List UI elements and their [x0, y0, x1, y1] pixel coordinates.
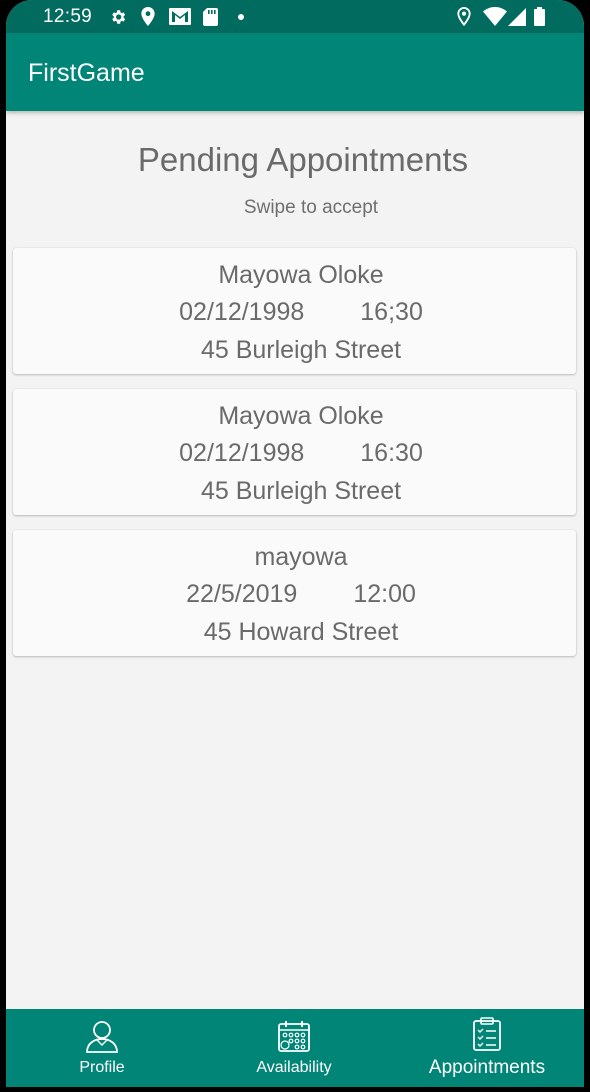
- appointment-name: Mayowa Oloke: [218, 261, 384, 289]
- appointment-address: 45 Howard Street: [203, 618, 399, 646]
- device-screen: 12:59 FirstGame Pending Appointments Swi…: [6, 0, 584, 1087]
- sd-card-icon: [203, 7, 218, 26]
- gmail-icon: [169, 7, 191, 26]
- person-icon: [85, 1019, 119, 1058]
- nav-label-profile: Profile: [79, 1059, 125, 1076]
- calendar-icon: [277, 1019, 311, 1058]
- appointment-date: 02/12/1998: [179, 298, 305, 326]
- settings-gear-icon: [109, 7, 127, 26]
- appointment-datetime: 22/5/2019 12:00: [13, 580, 584, 609]
- status-time: 12:59: [43, 6, 93, 27]
- appointment-card[interactable]: Mayowa Oloke 02/12/1998 16;30 45 Burleigh…: [13, 248, 576, 374]
- appointment-datetime: 02/12/1998 16:30: [13, 439, 584, 468]
- appointment-date: 22/5/2019: [186, 580, 298, 608]
- appointment-name: Mayowa Oloke: [218, 402, 384, 430]
- swipe-hint: Swipe to accept: [243, 197, 379, 218]
- bottom-navigation: Profile Availability Appointments: [6, 1009, 584, 1087]
- appointments-screen: Pending Appointments Swipe to accept May…: [6, 111, 584, 1009]
- appointment-time: 16;30: [360, 298, 423, 326]
- appointment-date: 02/12/1998: [179, 439, 305, 467]
- appointment-time: 12:00: [353, 580, 416, 608]
- wifi-icon: [483, 7, 507, 26]
- appointment-time: 16:30: [360, 439, 423, 467]
- app-title: FirstGame: [28, 59, 145, 87]
- nav-label-appointments: Appointments: [428, 1057, 546, 1078]
- location-pin-icon: [141, 7, 155, 26]
- appointment-card[interactable]: mayowa 22/5/2019 12:00 45 Howard Street: [13, 530, 576, 656]
- nav-item-appointments[interactable]: Appointments: [390, 1009, 584, 1087]
- signal-icon: [508, 7, 526, 26]
- nav-item-profile[interactable]: Profile: [6, 1009, 198, 1087]
- appointment-datetime: 02/12/1998 16;30: [13, 298, 584, 327]
- appointment-address: 45 Burleigh Street: [200, 336, 402, 364]
- nav-label-availability: Availability: [256, 1059, 332, 1076]
- app-bar: FirstGame: [6, 33, 584, 111]
- status-bar: 12:59: [6, 0, 584, 33]
- location-outline-icon: [457, 7, 471, 26]
- appointment-address: 45 Burleigh Street: [200, 477, 402, 505]
- page-title: Pending Appointments: [137, 141, 469, 178]
- nav-item-availability[interactable]: Availability: [198, 1009, 390, 1087]
- appointment-card[interactable]: Mayowa Oloke 02/12/1998 16:30 45 Burleigh…: [13, 389, 576, 515]
- notification-dot-icon: [238, 7, 244, 26]
- battery-icon: [534, 7, 545, 26]
- clipboard-icon: [472, 1017, 502, 1056]
- appointment-name: mayowa: [254, 543, 348, 571]
